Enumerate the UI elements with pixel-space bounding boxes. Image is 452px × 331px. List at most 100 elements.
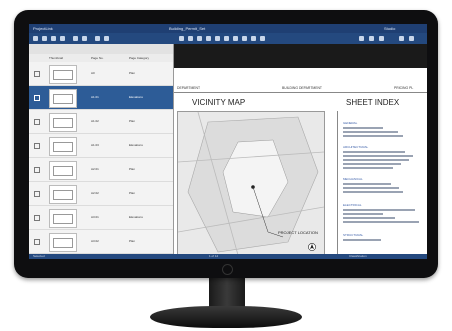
page-number: A1.03	[91, 143, 99, 147]
page-row[interactable]: A1.03 Elevations	[29, 134, 173, 158]
app-window: ProjectLink Building_Permit_Set Studio T…	[29, 24, 427, 259]
page-thumbnail[interactable]	[49, 65, 77, 84]
monitor-stand-base	[150, 306, 302, 328]
share-icon[interactable]	[359, 36, 364, 41]
page-row[interactable]: A2.01 Plan	[29, 158, 173, 182]
title-right: Studio	[384, 26, 396, 31]
row-checkbox[interactable]	[34, 95, 40, 101]
settings-icon[interactable]	[369, 36, 374, 41]
pricing-label: PRICING PL	[394, 86, 414, 90]
row-checkbox[interactable]	[34, 239, 40, 245]
page-category[interactable]: Plan	[129, 119, 135, 123]
vicinity-map-title: VICINITY MAP	[192, 98, 246, 107]
row-checkbox[interactable]	[34, 119, 40, 125]
open-icon[interactable]	[42, 36, 47, 41]
index-line	[343, 127, 383, 129]
text-icon[interactable]	[215, 36, 220, 41]
page-category[interactable]: Elevations	[129, 215, 143, 219]
monitor-logo	[222, 264, 233, 275]
page-row[interactable]: A3.01 Elevations	[29, 206, 173, 230]
undo-icon[interactable]	[73, 36, 78, 41]
page-number: A1.01	[91, 95, 99, 99]
line-icon[interactable]	[233, 36, 238, 41]
page-thumbnail[interactable]	[49, 209, 77, 228]
user-icon[interactable]	[399, 36, 404, 41]
row-checkbox[interactable]	[34, 215, 40, 221]
page-number: A3.01	[91, 215, 99, 219]
col-thumbnail[interactable]: Thumbnail	[49, 54, 63, 62]
menu-icon[interactable]	[409, 36, 414, 41]
row-checkbox[interactable]	[34, 191, 40, 197]
page-thumbnail[interactable]	[49, 113, 77, 132]
page-category[interactable]: Elevations	[129, 143, 143, 147]
stamp-icon[interactable]	[260, 36, 265, 41]
page-category[interactable]: Plan	[129, 71, 135, 75]
document-title: Building_Permit_Set	[169, 26, 206, 31]
app-name: ProjectLink	[33, 26, 53, 31]
page-category[interactable]: Plan	[129, 167, 135, 171]
redo-icon[interactable]	[82, 36, 87, 41]
index-line	[343, 217, 395, 219]
page-category[interactable]: Plan	[129, 191, 135, 195]
row-checkbox[interactable]	[34, 143, 40, 149]
index-line	[343, 151, 405, 153]
section-structural: STRUCTURAL	[343, 233, 364, 237]
index-line	[343, 131, 398, 133]
select-icon[interactable]	[179, 36, 184, 41]
status-bar: Selected 1 of 12 Classification	[29, 254, 427, 259]
page-category[interactable]: Plan	[129, 239, 135, 243]
section-architectural: ARCHITECTURAL	[343, 145, 369, 149]
page-thumbnail[interactable]	[49, 137, 77, 156]
row-checkbox[interactable]	[34, 167, 40, 173]
title-block-bar: DEPARTMENT BUILDING DEPARTMENT PRICING P…	[174, 84, 427, 93]
shape-icon[interactable]	[224, 36, 229, 41]
sheet-index-title: SHEET INDEX	[346, 98, 400, 107]
index-line	[343, 191, 403, 193]
col-category[interactable]: Page Category	[129, 54, 149, 62]
cut-icon[interactable]	[95, 36, 100, 41]
index-line	[343, 213, 383, 215]
document-view: DEPARTMENT BUILDING DEPARTMENT PRICING P…	[174, 44, 427, 256]
index-line	[343, 209, 415, 211]
page-category[interactable]: Elevations	[129, 95, 143, 99]
main-toolbar	[29, 33, 427, 44]
department-label: DEPARTMENT	[177, 86, 201, 90]
col-page-no[interactable]: Page No.	[91, 54, 104, 62]
help-icon[interactable]	[379, 36, 384, 41]
print-icon[interactable]	[60, 36, 65, 41]
index-line	[343, 135, 403, 137]
sheet-index: GENERAL ARCHITECTURAL MECHANICAL ELECTRI…	[337, 111, 427, 254]
section-general: GENERAL	[343, 121, 358, 125]
building-department-label: BUILDING DEPARTMENT	[282, 86, 323, 90]
vicinity-map[interactable]: PROJECT LOCATION	[177, 111, 325, 256]
section-electrical: ELECTRICAL	[343, 203, 362, 207]
page-number: A2.02	[91, 191, 99, 195]
index-line	[343, 187, 399, 189]
pages-panel: Thumbnail Page No. Page Category A0 Plan A…	[29, 44, 174, 254]
index-line	[343, 167, 393, 169]
index-line	[343, 183, 391, 185]
save-icon[interactable]	[51, 36, 56, 41]
status-left: Selected	[33, 254, 45, 258]
page-thumbnail[interactable]	[49, 89, 77, 108]
row-checkbox[interactable]	[34, 71, 40, 77]
measure-icon[interactable]	[251, 36, 256, 41]
page-thumbnail[interactable]	[49, 233, 77, 252]
page-indicator[interactable]: 1 of 12	[209, 254, 218, 259]
index-line	[343, 221, 419, 223]
copy-icon[interactable]	[104, 36, 109, 41]
pan-icon[interactable]	[188, 36, 193, 41]
page-row[interactable]: A0 Plan	[29, 62, 173, 86]
markup-icon[interactable]	[206, 36, 211, 41]
page-row[interactable]: A3.02 Plan	[29, 230, 173, 254]
page-thumbnail[interactable]	[49, 185, 77, 204]
zoom-icon[interactable]	[197, 36, 202, 41]
file-icon[interactable]	[33, 36, 38, 41]
page-thumbnail[interactable]	[49, 161, 77, 180]
page-number: A2.01	[91, 167, 99, 171]
page-row[interactable]: A1.01 Elevations	[29, 86, 173, 110]
page-row[interactable]: A2.02 Plan	[29, 182, 173, 206]
page-row[interactable]: A1.02 Plan	[29, 110, 173, 134]
classification-label[interactable]: Classification	[349, 254, 367, 259]
pen-icon[interactable]	[242, 36, 247, 41]
